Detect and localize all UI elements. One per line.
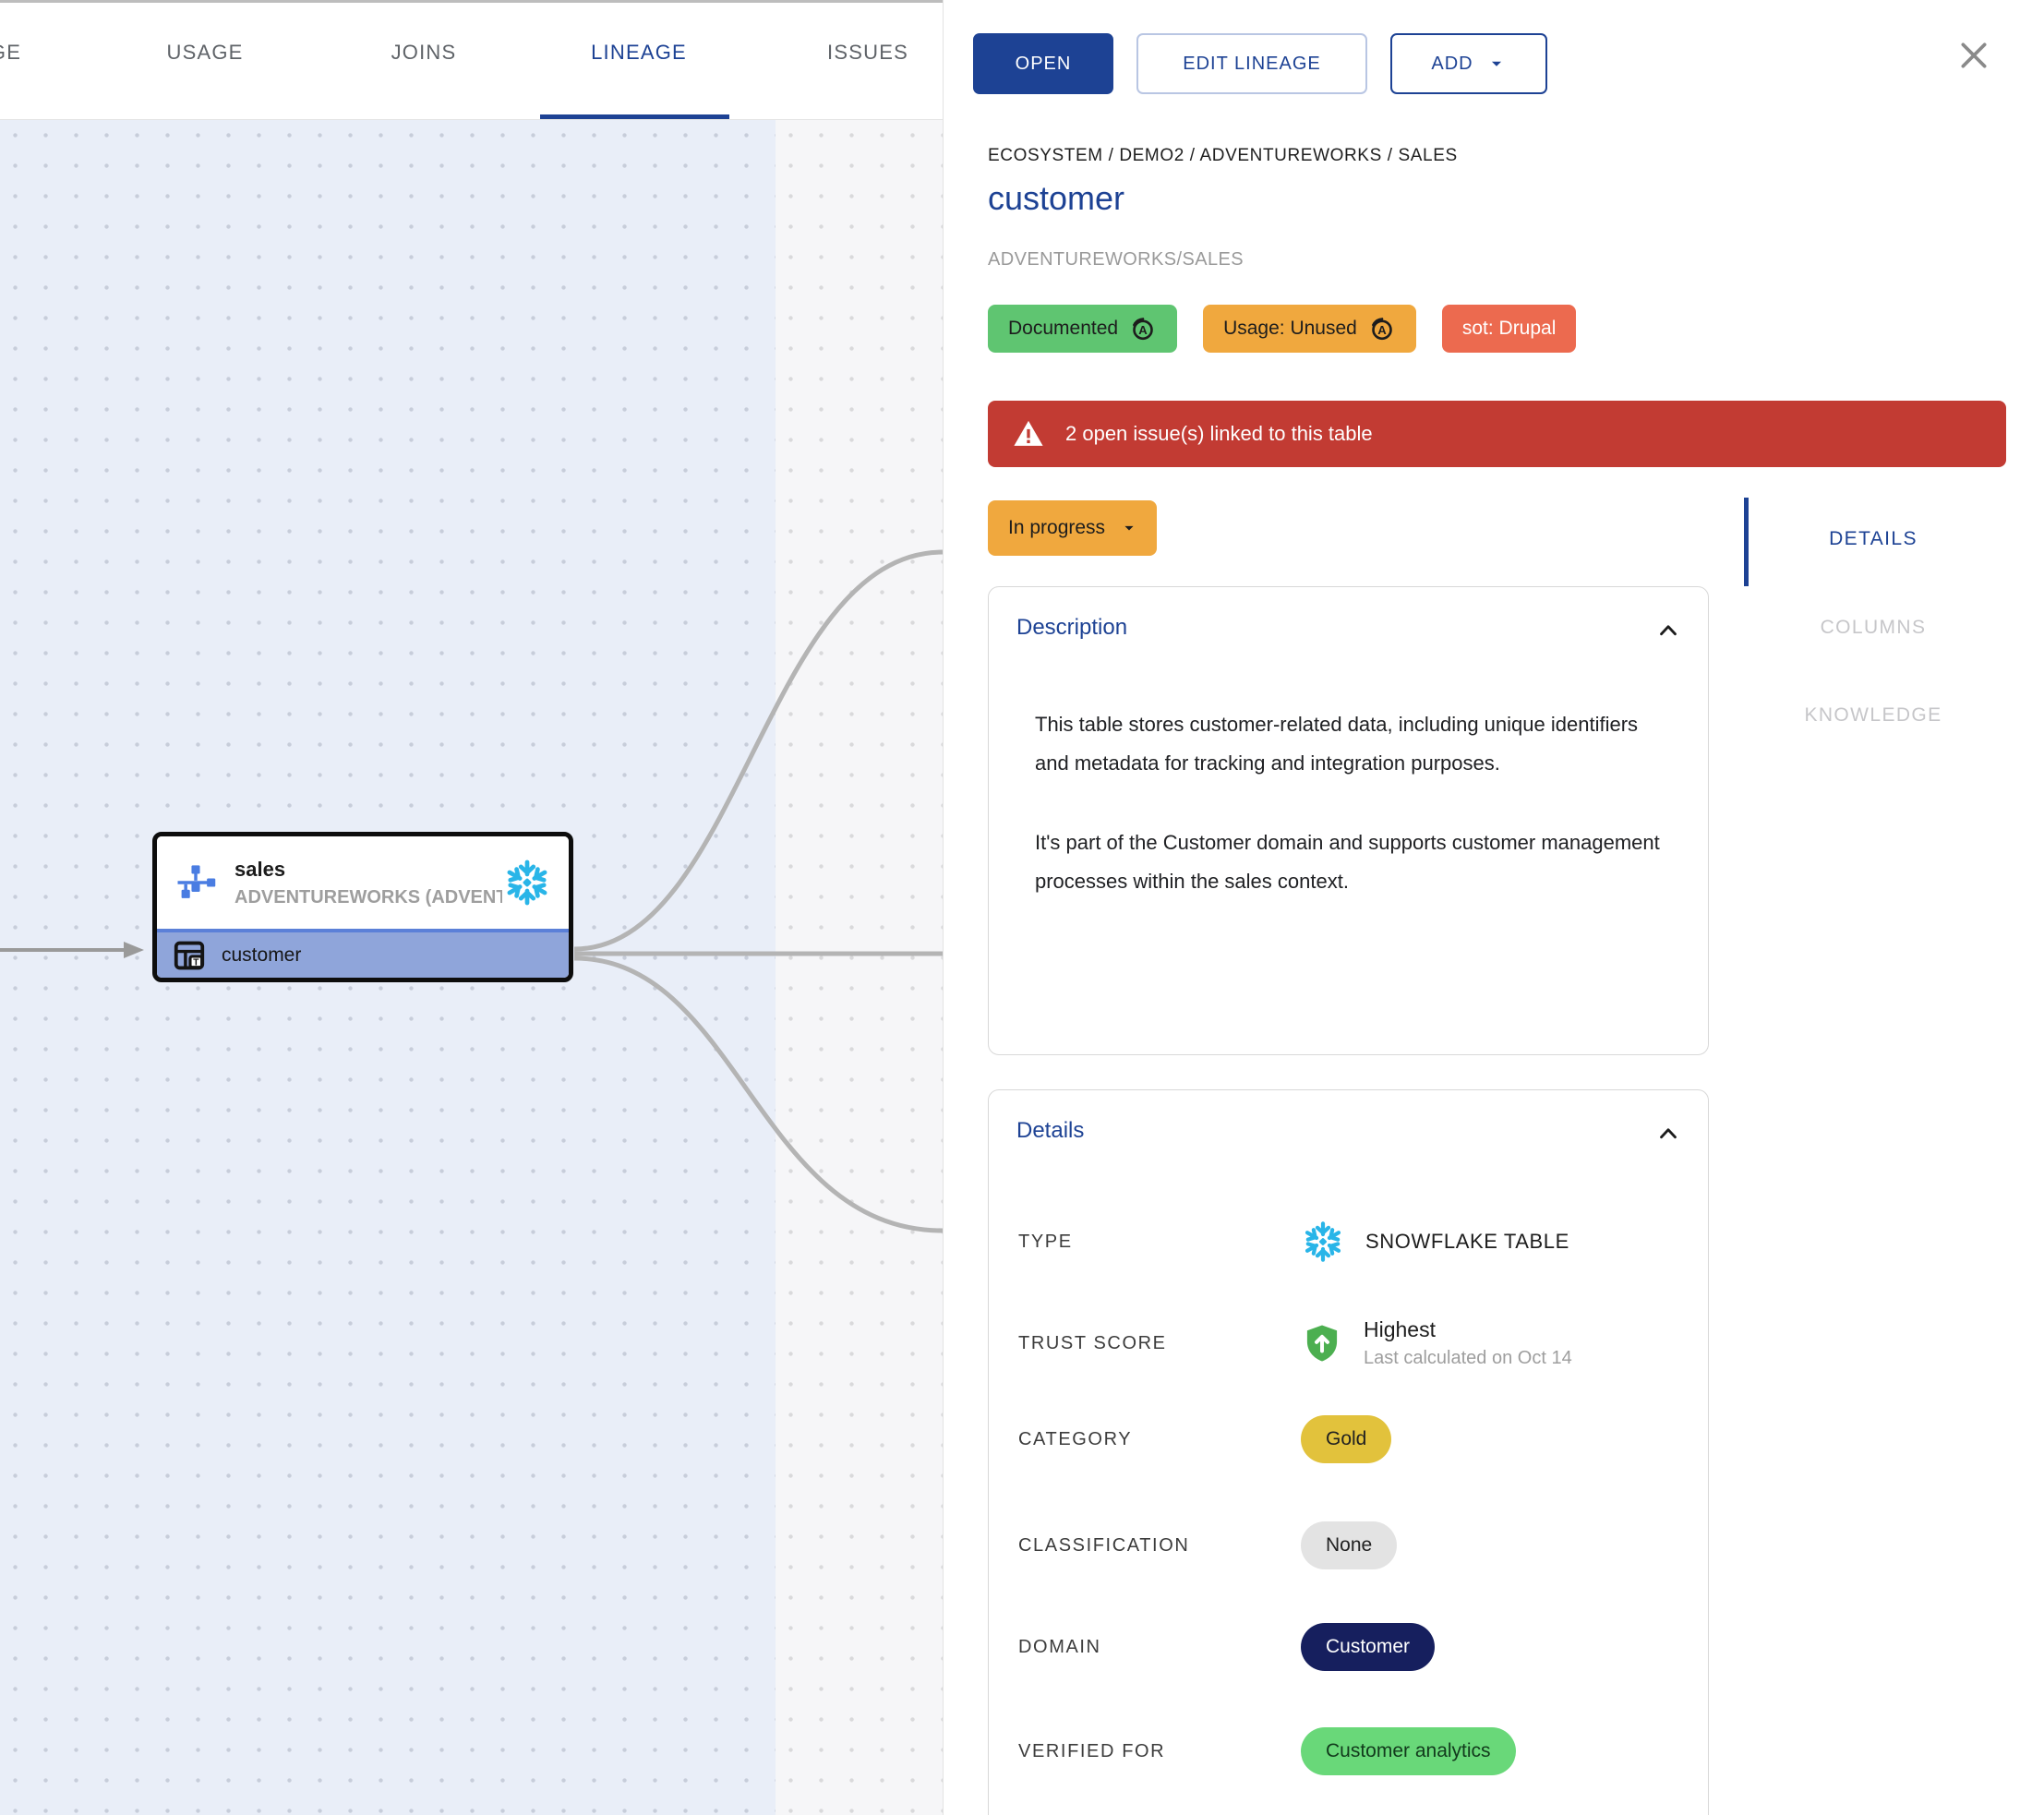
detail-row-trust-score: TRUST SCORE Highest Last calculated on O… (1018, 1304, 1678, 1382)
open-issues-alert[interactable]: 2 open issue(s) linked to this table (988, 401, 2006, 467)
detail-label: DOMAIN (1018, 1637, 1301, 1658)
edge-arrowhead (124, 942, 144, 958)
side-tab-columns[interactable]: COLUMNS (1821, 617, 1927, 639)
node-titles: sales ADVENTUREWORKS (ADVENT… (234, 858, 502, 908)
description-heading: Description (1016, 615, 1127, 641)
top-tab-bar: GE USAGE JOINS LINEAGE ISSUES (0, 0, 943, 120)
usage-badge[interactable]: Usage: Unused A (1203, 305, 1416, 353)
auto-generated-icon: A (1129, 315, 1157, 343)
trust-score-value: Highest (1364, 1317, 1572, 1342)
auto-generated-icon: A (1368, 315, 1396, 343)
domain-pill[interactable]: Customer (1301, 1623, 1435, 1671)
detail-panel: OPEN EDIT LINEAGE ADD ECOSYSTEM / DEMO2 … (943, 0, 2044, 1815)
detail-row-classification: CLASSIFICATION None (1018, 1516, 1678, 1575)
active-rail-indicator (1744, 498, 1749, 586)
description-card: Description This table stores customer-r… (988, 586, 1709, 1055)
badge-label: Usage: Unused (1223, 318, 1357, 340)
node-header[interactable]: sales ADVENTUREWORKS (ADVENT… (157, 836, 569, 929)
trust-shield-icon (1301, 1322, 1343, 1364)
svg-text:A: A (1377, 323, 1387, 337)
classification-pill[interactable]: None (1301, 1521, 1397, 1569)
lineage-canvas[interactable]: sales ADVENTUREWORKS (ADVENT… (0, 120, 943, 1815)
breadcrumb[interactable]: ECOSYSTEM / DEMO2 / ADVENTUREWORKS / SAL… (988, 146, 1458, 166)
description-paragraph: This table stores customer-related data,… (1035, 705, 1667, 783)
detail-label: CATEGORY (1018, 1429, 1301, 1450)
detail-row-domain: DOMAIN Customer (1018, 1617, 1678, 1677)
schema-icon (172, 859, 220, 907)
category-pill[interactable]: Gold (1301, 1415, 1391, 1463)
node-subtitle: ADVENTUREWORKS (ADVENT… (234, 887, 502, 908)
collapse-chevron-icon[interactable] (1654, 617, 1682, 644)
page-title: customer (988, 179, 1124, 218)
tab-joins[interactable]: JOINS (391, 41, 457, 65)
alert-text: 2 open issue(s) linked to this table (1065, 422, 1373, 446)
chevron-down-icon (1120, 519, 1138, 537)
tab-usage[interactable]: USAGE (166, 41, 243, 65)
detail-row-category: CATEGORY Gold (1018, 1410, 1678, 1469)
edge-down-curve (574, 958, 943, 1231)
snowflake-icon (502, 858, 552, 908)
close-icon[interactable] (1955, 37, 1992, 74)
lineage-app: GE USAGE JOINS LINEAGE ISSUES (0, 0, 2044, 1815)
detail-row-verified-for: VERIFIED FOR Customer analytics (1018, 1722, 1678, 1781)
open-button[interactable]: OPEN (973, 33, 1113, 94)
svg-text:T: T (193, 957, 199, 968)
side-tab-knowledge[interactable]: KNOWLEDGE (1804, 704, 1942, 727)
snowflake-icon (1301, 1220, 1345, 1264)
page-subtitle: ADVENTUREWORKS/SALES (988, 249, 1244, 270)
node-title: sales (234, 858, 502, 882)
add-button[interactable]: ADD (1390, 33, 1547, 94)
edge-up-curve (574, 552, 943, 949)
badge-label: sot: Drupal (1462, 318, 1557, 340)
type-value: SNOWFLAKE TABLE (1365, 1230, 1569, 1254)
details-card: Details TYPE (988, 1089, 1709, 1815)
tab-knowledge-partial[interactable]: GE (0, 41, 21, 65)
svg-text:A: A (1138, 323, 1148, 337)
active-tab-underline (540, 114, 729, 119)
status-dropdown-label: In progress (1008, 517, 1105, 539)
collapse-chevron-icon[interactable] (1654, 1120, 1682, 1148)
node-table-label: customer (222, 944, 301, 967)
badge-label: Documented (1008, 318, 1118, 340)
detail-label: CLASSIFICATION (1018, 1535, 1301, 1557)
trust-score-subvalue: Last calculated on Oct 14 (1364, 1348, 1572, 1369)
details-heading: Details (1016, 1118, 1084, 1144)
table-icon: T (172, 938, 207, 973)
detail-row-type: TYPE SNOWFLAKE TABLE (1018, 1212, 1678, 1271)
edit-lineage-button[interactable]: EDIT LINEAGE (1136, 33, 1367, 94)
lineage-node-sales-customer[interactable]: sales ADVENTUREWORKS (ADVENT… (152, 832, 573, 982)
documented-badge[interactable]: Documented A (988, 305, 1177, 353)
tab-lineage[interactable]: LINEAGE (591, 41, 687, 65)
add-button-label: ADD (1431, 54, 1473, 75)
badge-row: Documented A Usage: Unused A sot: (988, 305, 1576, 353)
chevron-down-icon (1486, 54, 1507, 74)
node-table-row-customer[interactable]: T customer (157, 929, 569, 978)
side-tab-details[interactable]: DETAILS (1829, 528, 1918, 550)
verified-for-pill[interactable]: Customer analytics (1301, 1727, 1516, 1775)
status-dropdown[interactable]: In progress (988, 500, 1157, 556)
sot-badge[interactable]: sot: Drupal (1442, 305, 1577, 353)
tab-issues[interactable]: ISSUES (827, 41, 908, 65)
detail-label: TRUST SCORE (1018, 1333, 1301, 1354)
detail-label: TYPE (1018, 1232, 1301, 1253)
description-body: This table stores customer-related data,… (1035, 705, 1667, 942)
warning-icon (1012, 417, 1045, 451)
description-paragraph: It's part of the Customer domain and sup… (1035, 823, 1667, 901)
detail-label: VERIFIED FOR (1018, 1741, 1301, 1762)
